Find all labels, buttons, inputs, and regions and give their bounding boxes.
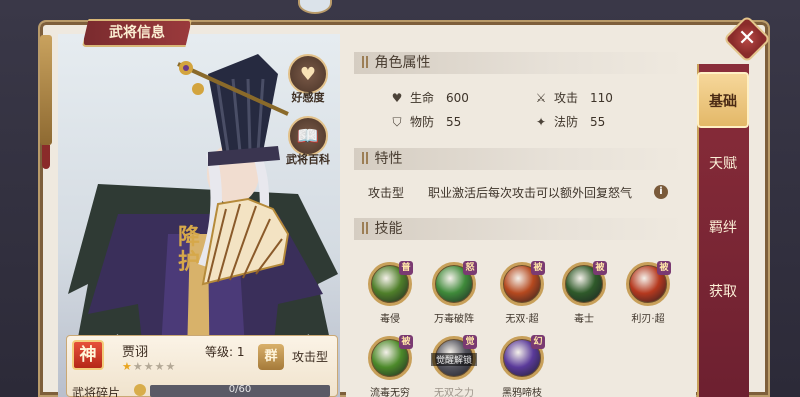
window-title: 武将信息 [82,19,192,47]
close-icon: ✕ [737,26,757,51]
skill-icon: 被 [500,261,545,306]
attr-label: 攻击 [554,91,579,105]
encyclopedia-button[interactable]: 📖 [288,116,328,156]
fragment-progress-bar: 0/60 [150,384,330,397]
skill-name: 利刃·超 [631,314,665,325]
trait-description: 职业激活后每次攻击可以额外回复怒气 [428,186,633,200]
section-bullet [366,152,368,164]
skill-slot[interactable]: 被流毒无穷 [364,335,416,397]
fragment-count: 0/60 [228,384,252,395]
skill-slot[interactable]: 幻黑鸦啼枝 [496,335,548,397]
skill-name: 万毒破阵 [434,314,474,325]
section-trait-title: 特性 [374,151,403,167]
heart-icon: ♥ [299,63,317,85]
hero-level: 等级: 1 [205,343,245,360]
skill-name: 黑鸦啼枝 [502,388,542,397]
god-badge: 神 [72,340,104,370]
skill-name: 毒士 [574,314,594,325]
hero-role: 攻击型 [292,350,329,364]
faction-badge: 群 [258,344,284,370]
skill-type-tag: 怒 [463,261,477,275]
info-icon[interactable]: i [654,185,668,199]
section-skills-title: 技能 [374,221,403,237]
favor-button[interactable]: ♥ [288,54,328,94]
attr-phys-def: ⛉ 物防 55 [390,113,461,130]
star-icon: ★ [143,360,155,373]
section-bullet [366,222,368,234]
skill-icon: 怒 [432,261,477,306]
favor-label: 好感度 [291,91,325,104]
section-attributes: 角色属性 [354,52,684,74]
star-icon: ★ [154,360,166,373]
skill-type-tag: 普 [399,261,413,275]
skill-icon: 幻 [500,335,545,380]
attr-value: 55 [446,115,462,129]
sword-icon: ⚔ [535,91,547,105]
shield-icon: ⛉ [392,115,402,129]
skill-slot[interactable]: 怒万毒破阵 [428,261,480,326]
skill-icon: 被 [562,261,607,306]
magic-icon: ✦ [535,115,547,129]
skill-icon: 普 [368,261,413,306]
section-trait: 特性 [354,148,684,170]
hanging-ornament [40,35,52,145]
skill-icon: 觉醒解锁 觉 [431,335,477,380]
level-label: 等级: [205,345,234,359]
skill-type-tag: 幻 [531,335,545,349]
skill-slot[interactable]: 被利刃·超 [622,261,674,326]
section-bullet [362,56,364,68]
top-medal [298,0,332,14]
section-bullet [362,152,364,164]
book-icon: 📖 [296,125,320,147]
skill-lock-overlay: 觉醒解锁 [431,353,477,366]
star-rating: ★★★★★ [122,360,176,373]
svg-text:护: 护 [178,249,200,275]
skill-type-tag: 被 [531,261,545,275]
section-attributes-title: 角色属性 [374,55,431,71]
tab-3[interactable]: 获取 [697,264,749,320]
attr-magic-def: ✦ 法防 55 [534,113,605,130]
star-icon: ★ [132,360,144,373]
encyclopedia-label: 武将百科 [286,153,330,166]
hero-info-screen: 降 护 武将信息 ♥ 好感度 📖 武将百科 神 贾诩 等级: 1 ★★★★★ 群… [0,0,800,397]
svg-text:降: 降 [178,224,201,250]
skill-icon: 被 [626,261,671,306]
section-skills: 技能 [354,218,684,240]
attr-value: 600 [446,91,469,105]
skill-slot[interactable]: 普毒侵 [364,261,416,326]
skill-name: 无双之力 [434,388,474,397]
section-bullet [366,56,368,68]
skill-slot[interactable]: 被无双·超 [496,261,548,326]
attr-label: 物防 [410,115,435,129]
tab-2[interactable]: 羁绊 [697,200,749,256]
attr-value: 110 [590,91,613,105]
attr-hp: ♥ 生命 600 [390,89,469,106]
skill-type-tag: 被 [593,261,607,275]
attr-label: 法防 [554,115,579,129]
skill-type-tag: 被 [657,261,671,275]
trait-label: 攻击型 [368,186,405,200]
star-icon: ★ [165,360,177,373]
attr-label: 生命 [410,91,435,105]
attr-attack: ⚔ 攻击 110 [534,89,613,106]
star-icon: ★ [122,360,133,373]
level-value: 1 [236,345,245,359]
attr-value: 55 [590,115,606,129]
ornament-tassel [42,145,50,169]
skill-slot[interactable]: 觉醒解锁 觉无双之力 [428,335,480,397]
skill-name: 毒侵 [380,314,400,325]
hero-name: 贾诩 [122,345,149,360]
tab-0[interactable]: 基础 [697,72,749,128]
skill-name: 流毒无穷 [370,388,410,397]
skill-icon: 被 [368,335,413,380]
skill-name: 无双·超 [505,314,539,325]
tab-1[interactable]: 天赋 [697,136,749,192]
skill-type-tag: 被 [399,335,413,349]
skill-slot[interactable]: 被毒士 [558,261,610,326]
section-bullet [362,222,364,234]
fragment-icon [134,384,146,396]
heart-icon: ♥ [391,91,403,105]
skill-type-tag: 觉 [463,335,477,349]
fragment-label: 武将碎片 [72,386,121,397]
